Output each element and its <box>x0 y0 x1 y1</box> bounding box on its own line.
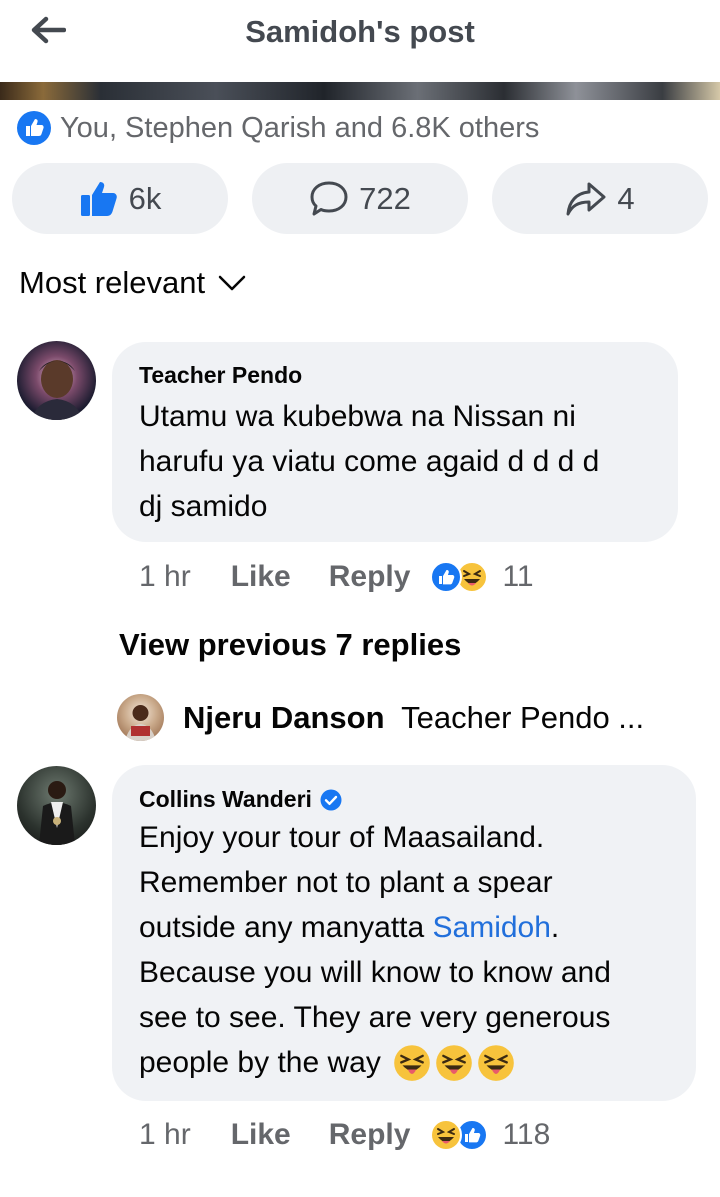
comment-line: Utamu wa kubebwa na Nissan ni <box>139 400 576 433</box>
reply-snippet: Teacher Pendo ... <box>401 700 645 735</box>
comment-reply-button[interactable]: Reply <box>329 1118 411 1152</box>
comment-like-button[interactable]: Like <box>231 1118 291 1152</box>
comment-reactions[interactable]: 11 <box>430 560 534 594</box>
chevron-down-icon <box>218 275 246 291</box>
share-button[interactable]: 4 <box>492 163 708 234</box>
laughing-emoji-icon <box>436 1044 472 1081</box>
comment-reactions[interactable]: 118 <box>430 1118 550 1152</box>
comment-reaction-count: 118 <box>502 1118 551 1151</box>
comment-line: outside any manyatta Samidoh. <box>139 911 560 944</box>
avatar[interactable] <box>17 766 96 845</box>
post-image-strip <box>0 82 720 100</box>
reply-author[interactable]: Njeru Danson <box>183 700 385 735</box>
comment-meta: 1 hr Like Reply 118 <box>139 1118 550 1152</box>
comment-line: harufu ya viatu come agaid d d d d <box>139 445 600 478</box>
comment-meta: 1 hr Like Reply 11 <box>139 560 534 594</box>
like-reaction-icon <box>17 111 51 145</box>
share-icon <box>566 182 606 215</box>
view-previous-replies[interactable]: View previous 7 replies <box>119 627 461 663</box>
like-count: 6k <box>128 180 162 216</box>
sort-label: Most relevant <box>19 265 206 300</box>
thumbs-up-icon <box>80 181 117 216</box>
avatar[interactable] <box>17 341 96 420</box>
reactions-summary[interactable]: You, Stephen Qarish and 6.8K others <box>16 110 539 146</box>
comment-reaction-count: 11 <box>502 560 534 593</box>
comment-author[interactable]: Collins Wanderi <box>139 786 312 813</box>
comment-line: Enjoy your tour of Maasailand. <box>139 821 545 854</box>
page-title: Samidoh's post <box>245 14 475 49</box>
comment-reply-button[interactable]: Reply <box>329 560 411 594</box>
avatar-image <box>39 781 75 845</box>
sort-dropdown[interactable]: Most relevant <box>19 265 247 301</box>
comment-bubble: Teacher Pendo Utamu wa kubebwa na Nissan… <box>112 342 678 542</box>
avatar[interactable] <box>117 694 164 741</box>
verified-badge-icon <box>320 789 342 810</box>
comment-line: Remember not to plant a spear <box>139 866 553 899</box>
comment-count: 722 <box>359 180 411 216</box>
avatar-image <box>125 705 156 741</box>
comment-like-button[interactable]: Like <box>231 560 291 594</box>
mention-link[interactable]: Samidoh <box>433 911 551 944</box>
comment-author[interactable]: Teacher Pendo <box>139 362 302 389</box>
comment-line: people by the way <box>139 1040 611 1085</box>
like-reaction-icon <box>430 561 463 593</box>
comment-time[interactable]: 1 hr <box>139 560 191 594</box>
comment-line: see to see. They are very generous <box>139 1001 611 1034</box>
comment-text: Utamu wa kubebwa na Nissan ni harufu ya … <box>139 394 599 529</box>
comment-time[interactable]: 1 hr <box>139 1118 191 1152</box>
like-button[interactable]: 6k <box>12 163 228 234</box>
reactions-summary-text: You, Stephen Qarish and 6.8K others <box>60 111 540 144</box>
laughing-emoji-icon <box>394 1044 430 1081</box>
avatar-image <box>31 360 83 420</box>
comment-author-row: Collins Wanderi <box>139 786 342 813</box>
app-header: Samidoh's post <box>0 0 720 82</box>
comment-icon <box>310 181 348 215</box>
laughing-emoji-icon <box>478 1044 514 1081</box>
comment-button[interactable]: 722 <box>252 163 468 234</box>
comment-text: Enjoy your tour of Maasailand. Remember … <box>139 815 611 1085</box>
comment-line: Because you will know to know and <box>139 956 611 989</box>
comment-bubble: Collins Wanderi Enjoy your tour of Maasa… <box>112 765 696 1101</box>
comment-line: dj samido <box>139 490 268 523</box>
laughing-emoji-icon <box>430 1119 463 1151</box>
reply-preview[interactable]: Njeru Danson Teacher Pendo ... <box>183 700 644 736</box>
share-count: 4 <box>617 180 635 216</box>
